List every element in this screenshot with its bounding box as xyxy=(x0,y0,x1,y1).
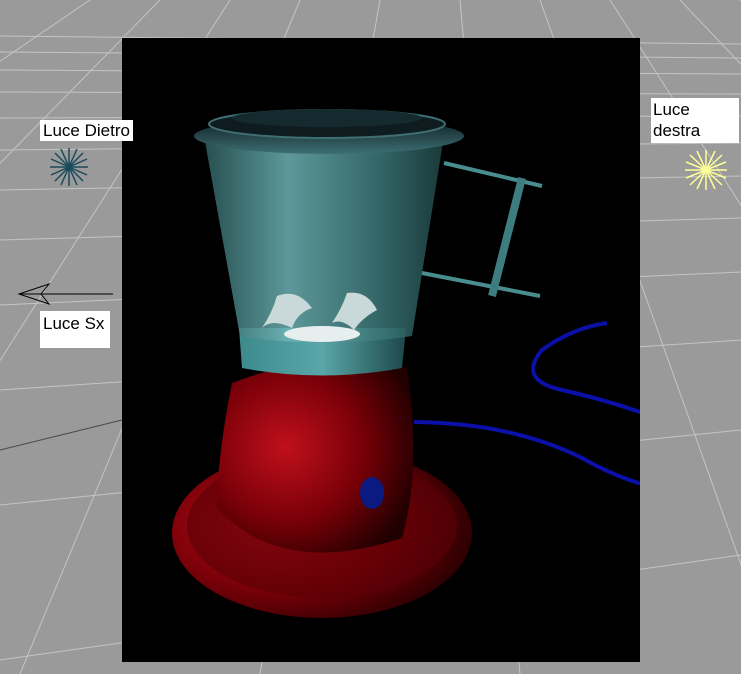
render-frame xyxy=(122,38,640,662)
left-light-label: Luce Sx xyxy=(40,311,110,348)
back-light-icon[interactable] xyxy=(48,146,90,188)
blender-cord xyxy=(413,321,640,486)
jar-handle xyxy=(421,161,543,298)
blender-jar xyxy=(204,136,444,343)
right-light-label: Luce destra xyxy=(651,98,739,143)
back-light-label: Luce Dietro xyxy=(40,120,133,141)
3d-viewport[interactable]: Luce Dietro Luce destra Luce Sx xyxy=(0,0,741,674)
blender-motor-housing xyxy=(217,360,414,553)
left-light-icon[interactable] xyxy=(15,282,115,308)
blender-render xyxy=(172,109,640,618)
blender-knob xyxy=(360,477,384,509)
right-light-icon[interactable] xyxy=(683,148,729,192)
